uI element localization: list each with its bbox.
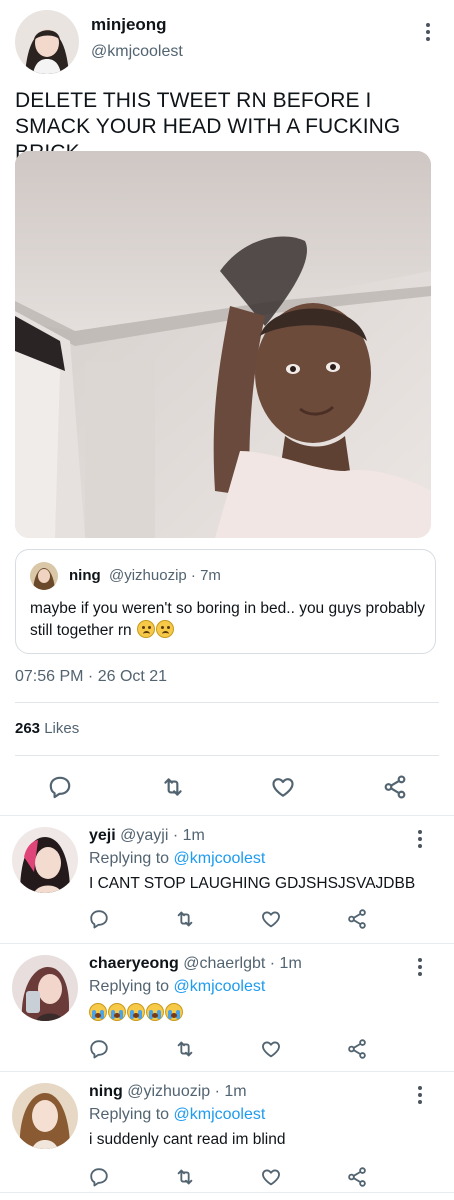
reply-icon[interactable] [84, 905, 114, 933]
replying-to-prefix: Replying to [89, 850, 170, 867]
share-icon[interactable] [342, 905, 372, 933]
quoted-author-display-name[interactable]: ning [69, 567, 101, 584]
retweet-icon[interactable] [156, 772, 190, 802]
heart-icon[interactable] [266, 772, 300, 802]
divider [15, 755, 439, 756]
reply-emojis [89, 1003, 184, 1023]
tweet-timestamp[interactable]: 07:56 PM · 26 Oct 21 [15, 668, 167, 686]
replying-to-link[interactable]: @kmjcoolest [174, 1106, 266, 1123]
reply-author-avatar[interactable] [12, 827, 78, 893]
replying-to-prefix: Replying to [89, 1106, 170, 1123]
likes-label: Likes [44, 720, 80, 737]
more-vertical-icon[interactable] [418, 20, 438, 44]
reply-author-meta: @yayji · 1m [120, 827, 205, 844]
reply-icon[interactable] [44, 772, 76, 802]
reply-icon[interactable] [84, 1163, 114, 1191]
loudly-crying-face-emoji [89, 1003, 107, 1021]
author-display-name[interactable]: minjeong [91, 15, 167, 35]
tweet-media-image[interactable] [15, 151, 431, 538]
reply-header: yeji @yayji · 1m [89, 827, 205, 845]
divider [15, 702, 439, 703]
retweet-icon[interactable] [170, 1035, 200, 1063]
share-icon[interactable] [342, 1163, 372, 1191]
retweet-icon[interactable] [170, 905, 200, 933]
more-vertical-icon[interactable] [410, 1083, 430, 1107]
frowning-face-emoji [136, 620, 155, 638]
reply-header: chaeryeong @chaerlgbt · 1m [89, 955, 302, 973]
quoted-tweet-body: maybe if you weren't so boring in bed.. … [30, 600, 425, 639]
replying-to-prefix: Replying to [89, 978, 170, 995]
quoted-tweet[interactable]: ning @yizhuozip · 7m maybe if you weren'… [15, 549, 436, 654]
reply-author-avatar[interactable] [12, 955, 78, 1021]
reply-tweet[interactable]: ning @yizhuozip · 1m Replying to @kmjcoo… [0, 1071, 454, 1199]
reply-author-display-name[interactable]: chaeryeong [89, 955, 179, 972]
author-handle[interactable]: @kmjcoolest [91, 43, 183, 61]
replying-to-link[interactable]: @kmjcoolest [174, 978, 266, 995]
replying-to-link[interactable]: @kmjcoolest [174, 850, 266, 867]
reply-author-avatar[interactable] [12, 1083, 78, 1149]
share-icon[interactable] [378, 772, 412, 802]
loudly-crying-face-emoji [165, 1003, 183, 1021]
likes-number: 263 [15, 720, 41, 737]
reply-author-meta: @chaerlgbt · 1m [183, 955, 302, 972]
loudly-crying-face-emoji [108, 1003, 126, 1021]
reply-text: I CANT STOP LAUGHING GDJSHSJSVAJDBB [89, 875, 416, 892]
more-vertical-icon[interactable] [410, 827, 430, 851]
reply-author-display-name[interactable]: ning [89, 1083, 123, 1100]
loudly-crying-face-emoji [146, 1003, 164, 1021]
reply-icon[interactable] [84, 1035, 114, 1063]
next-reply-peek [0, 1193, 454, 1200]
heart-icon[interactable] [256, 905, 286, 933]
reply-tweet[interactable]: yeji @yayji · 1m Replying to @kmjcoolest… [0, 815, 454, 943]
quoted-author-meta: @yizhuozip · 7m [109, 567, 221, 584]
more-vertical-icon[interactable] [410, 955, 430, 979]
reply-header: ning @yizhuozip · 1m [89, 1083, 247, 1101]
frowning-face-emoji [155, 620, 174, 638]
loudly-crying-face-emoji [127, 1003, 145, 1021]
replying-to: Replying to @kmjcoolest [89, 978, 265, 996]
reply-author-meta: @yizhuozip · 1m [127, 1083, 247, 1100]
replying-to: Replying to @kmjcoolest [89, 850, 265, 868]
quoted-tweet-text: maybe if you weren't so boring in bed.. … [30, 598, 425, 642]
quoted-author-avatar[interactable] [30, 562, 58, 590]
likes-count[interactable]: 263 Likes [15, 720, 79, 737]
author-avatar[interactable] [15, 10, 79, 74]
retweet-icon[interactable] [170, 1163, 200, 1191]
share-icon[interactable] [342, 1035, 372, 1063]
heart-icon[interactable] [256, 1035, 286, 1063]
heart-icon[interactable] [256, 1163, 286, 1191]
reply-tweet[interactable]: chaeryeong @chaerlgbt · 1m Replying to @… [0, 943, 454, 1071]
reply-text: i suddenly cant read im blind [89, 1131, 286, 1148]
reply-author-display-name[interactable]: yeji [89, 827, 116, 844]
replying-to: Replying to @kmjcoolest [89, 1106, 265, 1124]
